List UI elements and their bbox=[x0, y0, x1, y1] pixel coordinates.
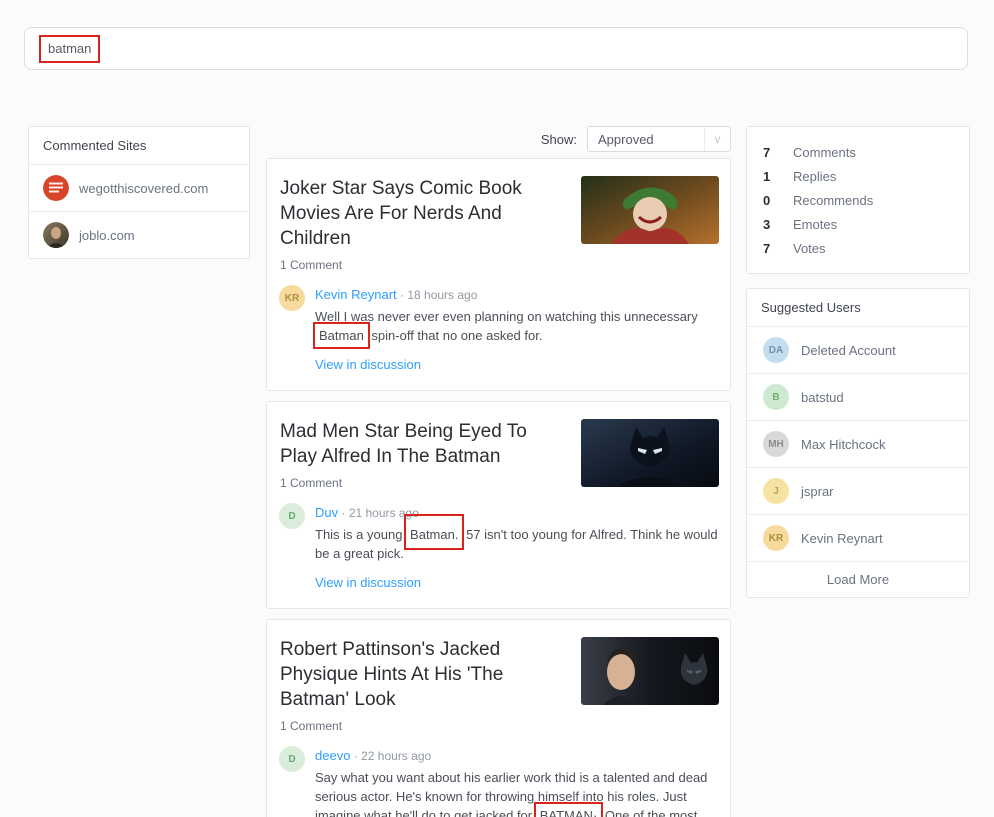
comment-meta: Duv · 21 hours ago bbox=[315, 503, 718, 520]
commented-sites-panel: Commented Sites wegotthiscovered.com bbox=[28, 126, 250, 259]
keyword-annotation-box: BATMAN· bbox=[534, 802, 604, 817]
avatar: D bbox=[279, 746, 305, 772]
wegotthiscovered-logo-icon bbox=[43, 175, 69, 201]
load-more-button[interactable]: Load More bbox=[747, 562, 969, 597]
stat-emotes: 3 Emotes bbox=[763, 212, 953, 236]
comment-meta: deevo · 22 hours ago bbox=[315, 746, 718, 763]
stat-count: 7 bbox=[763, 241, 777, 256]
stat-comments: 7 Comments bbox=[763, 140, 953, 164]
user-item-batstud[interactable]: B batstud bbox=[747, 374, 969, 421]
view-in-discussion-link[interactable]: View in discussion bbox=[315, 575, 421, 590]
comment-body: deevo · 22 hours ago Say what you want a… bbox=[315, 746, 718, 817]
comment-body: Duv · 21 hours ago This is a young Batma… bbox=[315, 503, 718, 592]
site-name: wegotthiscovered.com bbox=[79, 181, 208, 196]
avatar: J bbox=[763, 478, 789, 504]
post-thumbnail-batman bbox=[581, 419, 719, 487]
post-thumbnail-robert-pattinson bbox=[581, 637, 719, 705]
user-name: Deleted Account bbox=[801, 343, 896, 358]
avatar: MH bbox=[763, 431, 789, 457]
comment: KR Kevin Reynart · 18 hours ago Well I w… bbox=[279, 285, 718, 374]
post-thumbnail-joker bbox=[581, 176, 719, 244]
comment-body: Kevin Reynart · 18 hours ago Well I was … bbox=[315, 285, 718, 374]
activity-stats-panel: 7 Comments 1 Replies 0 Recommends 3 Emot… bbox=[746, 126, 970, 274]
comment-meta: Kevin Reynart · 18 hours ago bbox=[315, 285, 718, 302]
avatar: D bbox=[279, 503, 305, 529]
user-item-deleted-account[interactable]: DA Deleted Account bbox=[747, 327, 969, 374]
keyword-annotation-box: Batman. bbox=[404, 514, 464, 550]
stat-replies: 1 Replies bbox=[763, 164, 953, 188]
stat-count: 7 bbox=[763, 145, 777, 160]
show-filter-selected: Approved bbox=[588, 132, 704, 147]
stat-label: Recommends bbox=[793, 193, 873, 208]
avatar: DA bbox=[763, 337, 789, 363]
chevron-down-icon: ∨ bbox=[704, 127, 730, 151]
stat-label: Emotes bbox=[793, 217, 837, 232]
meta-separator: · bbox=[400, 288, 404, 302]
suggested-users-title: Suggested Users bbox=[747, 289, 969, 327]
stat-label: Replies bbox=[793, 169, 836, 184]
show-filter-label: Show: bbox=[541, 132, 577, 147]
meta-separator: · bbox=[341, 506, 345, 520]
show-filter-dropdown[interactable]: Approved ∨ bbox=[587, 126, 731, 152]
search-annotation-box: batman bbox=[39, 35, 100, 63]
stat-label: Votes bbox=[793, 241, 826, 256]
site-item-joblo[interactable]: joblo.com bbox=[29, 212, 249, 258]
post-card: Robert Pattinson's Jacked Physique Hints… bbox=[266, 619, 731, 817]
comment-count: 1 Comment bbox=[279, 258, 718, 272]
comment-text-before: Well I was never ever even planning on w… bbox=[315, 309, 698, 324]
avatar: B bbox=[763, 384, 789, 410]
site-item-wegotthiscovered[interactable]: wegotthiscovered.com bbox=[29, 165, 249, 212]
comment-author-link[interactable]: deevo bbox=[315, 748, 350, 763]
search-value: batman bbox=[48, 41, 91, 56]
stat-recommends: 0 Recommends bbox=[763, 188, 953, 212]
comments-column: Show: Approved ∨ Joker Star Says Comic B… bbox=[266, 126, 731, 817]
user-name: jsprar bbox=[801, 484, 834, 499]
stat-count: 3 bbox=[763, 217, 777, 232]
avatar: KR bbox=[763, 525, 789, 551]
user-item-kevin-reynart[interactable]: KR Kevin Reynart bbox=[747, 515, 969, 562]
search-input[interactable]: batman bbox=[24, 27, 968, 70]
comment-time: 22 hours ago bbox=[361, 749, 431, 763]
meta-separator: · bbox=[354, 749, 358, 763]
post-card: Joker Star Says Comic Book Movies Are Fo… bbox=[266, 158, 731, 391]
comment: D Duv · 21 hours ago This is a young Bat… bbox=[279, 503, 718, 592]
site-name: joblo.com bbox=[79, 228, 135, 243]
user-name: batstud bbox=[801, 390, 844, 405]
joblo-avatar-icon bbox=[43, 222, 69, 248]
comment-author-link[interactable]: Duv bbox=[315, 505, 338, 520]
user-name: Max Hitchcock bbox=[801, 437, 886, 452]
comment-text: Well I was never ever even planning on w… bbox=[315, 307, 718, 345]
comment-author-link[interactable]: Kevin Reynart bbox=[315, 287, 397, 302]
comment-count: 1 Comment bbox=[279, 719, 718, 733]
user-name: Kevin Reynart bbox=[801, 531, 883, 546]
comment-time: 18 hours ago bbox=[407, 288, 477, 302]
post-card: Mad Men Star Being Eyed To Play Alfred I… bbox=[266, 401, 731, 609]
stat-count: 0 bbox=[763, 193, 777, 208]
user-item-jsprar[interactable]: J jsprar bbox=[747, 468, 969, 515]
comment-text-after: spin-off that no one asked for. bbox=[368, 328, 543, 343]
comment: D deevo · 22 hours ago Say what you want… bbox=[279, 746, 718, 817]
comment-text-before: This is a young bbox=[315, 527, 406, 542]
keyword-annotation-box: Batman bbox=[313, 322, 370, 349]
user-item-max-hitchcock[interactable]: MH Max Hitchcock bbox=[747, 421, 969, 468]
commented-sites-title: Commented Sites bbox=[29, 127, 249, 165]
stat-count: 1 bbox=[763, 169, 777, 184]
comment-text: This is a young Batman. 57 isn't too you… bbox=[315, 525, 718, 563]
avatar: KR bbox=[279, 285, 305, 311]
view-in-discussion-link[interactable]: View in discussion bbox=[315, 357, 421, 372]
suggested-users-panel: Suggested Users DA Deleted Account B bat… bbox=[746, 288, 970, 598]
comment-text: Say what you want about his earlier work… bbox=[315, 768, 718, 817]
profile-comments-page: batman Commented Sites wegotthiscovered.… bbox=[0, 0, 994, 817]
filter-row: Show: Approved ∨ bbox=[266, 126, 731, 152]
stat-votes: 7 Votes bbox=[763, 236, 953, 260]
stat-label: Comments bbox=[793, 145, 856, 160]
